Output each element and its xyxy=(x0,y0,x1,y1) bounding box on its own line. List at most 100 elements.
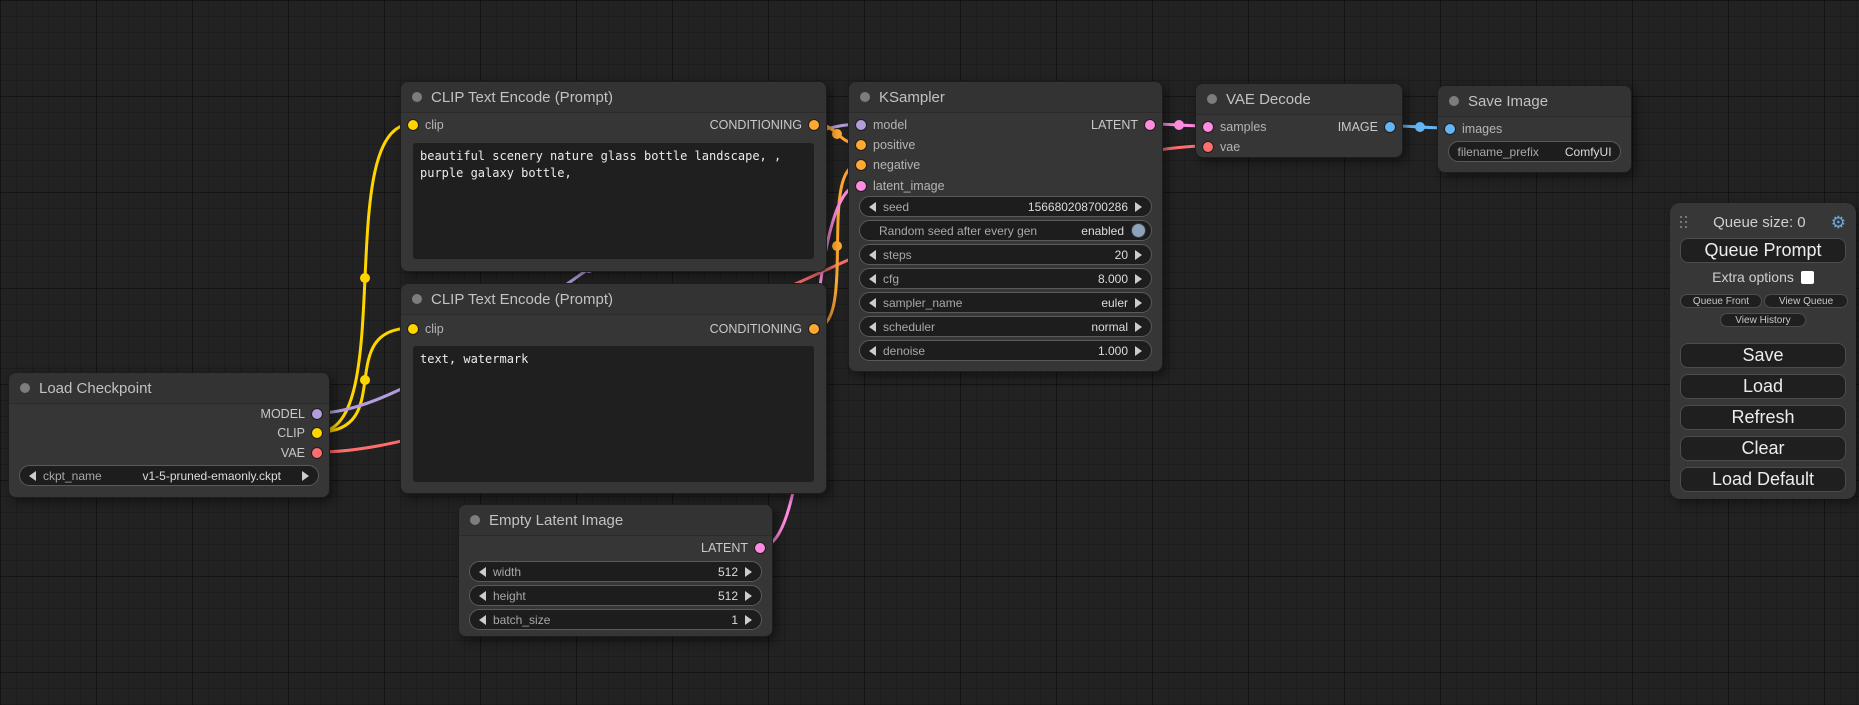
port-dot[interactable] xyxy=(1203,122,1213,132)
port-label: latent_image xyxy=(873,179,945,193)
collapse-dot-icon[interactable] xyxy=(1207,94,1217,104)
port-dot[interactable] xyxy=(1445,124,1455,134)
port-dot[interactable] xyxy=(1385,122,1395,132)
drag-handle-icon[interactable] xyxy=(1680,216,1688,229)
widget-value: normal xyxy=(1091,320,1128,334)
node-load-checkpoint[interactable]: Load Checkpoint MODEL CLIP VAE ckpt_name… xyxy=(8,372,330,498)
node-title: Load Checkpoint xyxy=(39,380,152,397)
increment-arrow-icon[interactable] xyxy=(745,615,752,625)
decrement-arrow-icon[interactable] xyxy=(869,274,876,284)
save-button[interactable]: Save xyxy=(1680,343,1846,368)
load-default-button[interactable]: Load Default xyxy=(1680,467,1846,492)
port-dot[interactable] xyxy=(312,448,322,458)
node-header[interactable]: CLIP Text Encode (Prompt) xyxy=(401,284,826,315)
input-port-negative: negative xyxy=(856,156,920,174)
collapse-dot-icon[interactable] xyxy=(412,294,422,304)
port-dot[interactable] xyxy=(312,409,322,419)
increment-arrow-icon[interactable] xyxy=(745,567,752,577)
decrement-arrow-icon[interactable] xyxy=(869,202,876,212)
output-port-conditioning: CONDITIONING xyxy=(710,320,819,338)
toggle-knob-icon[interactable] xyxy=(1131,223,1146,238)
widget-scheduler[interactable]: scheduler normal xyxy=(859,316,1152,337)
node-clip-text-encode-negative[interactable]: CLIP Text Encode (Prompt) clip CONDITION… xyxy=(400,283,827,494)
comfyui-canvas[interactable]: { "app_title": "ComfyUI workflow graph",… xyxy=(0,0,1859,705)
port-dot[interactable] xyxy=(312,428,322,438)
node-header[interactable]: Save Image xyxy=(1438,86,1631,117)
port-dot[interactable] xyxy=(408,324,418,334)
prompt-textarea[interactable]: beautiful scenery nature glass bottle la… xyxy=(413,143,814,259)
decrement-arrow-icon[interactable] xyxy=(869,346,876,356)
increment-arrow-icon[interactable] xyxy=(1135,322,1142,332)
refresh-button[interactable]: Refresh xyxy=(1680,405,1846,430)
widget-ckpt-name[interactable]: ckpt_name v1-5-pruned-emaonly.ckpt xyxy=(19,465,319,486)
port-dot[interactable] xyxy=(1203,142,1213,152)
node-header[interactable]: KSampler xyxy=(849,82,1162,113)
increment-arrow-icon[interactable] xyxy=(302,471,309,481)
increment-arrow-icon[interactable] xyxy=(1135,202,1142,212)
decrement-arrow-icon[interactable] xyxy=(29,471,36,481)
node-clip-text-encode-positive[interactable]: CLIP Text Encode (Prompt) clip CONDITION… xyxy=(400,81,827,272)
port-dot[interactable] xyxy=(1145,120,1155,130)
node-ksampler[interactable]: KSampler model positive negative latent_… xyxy=(848,81,1163,372)
decrement-arrow-icon[interactable] xyxy=(479,615,486,625)
increment-arrow-icon[interactable] xyxy=(1135,346,1142,356)
decrement-arrow-icon[interactable] xyxy=(869,298,876,308)
increment-arrow-icon[interactable] xyxy=(1135,298,1142,308)
prompt-textarea[interactable]: text, watermark xyxy=(413,346,814,482)
port-dot[interactable] xyxy=(856,120,866,130)
load-button[interactable]: Load xyxy=(1680,374,1846,399)
extra-options-checkbox[interactable] xyxy=(1801,271,1814,284)
port-label: clip xyxy=(425,118,444,132)
collapse-dot-icon[interactable] xyxy=(412,92,422,102)
increment-arrow-icon[interactable] xyxy=(1135,274,1142,284)
port-dot[interactable] xyxy=(809,324,819,334)
node-save-image[interactable]: Save Image images filename_prefix ComfyU… xyxy=(1437,85,1632,173)
collapse-dot-icon[interactable] xyxy=(1449,96,1459,106)
view-history-button[interactable]: View History xyxy=(1720,313,1806,327)
widget-batch-size[interactable]: batch_size 1 xyxy=(469,609,762,630)
queue-front-button[interactable]: Queue Front xyxy=(1680,294,1762,308)
port-dot[interactable] xyxy=(856,160,866,170)
widget-steps[interactable]: steps 20 xyxy=(859,244,1152,265)
port-label: LATENT xyxy=(1091,118,1138,132)
node-title: KSampler xyxy=(879,89,945,106)
collapse-dot-icon[interactable] xyxy=(20,383,30,393)
view-queue-button[interactable]: View Queue xyxy=(1764,294,1848,308)
decrement-arrow-icon[interactable] xyxy=(479,567,486,577)
output-port-latent: LATENT xyxy=(701,539,765,557)
collapse-dot-icon[interactable] xyxy=(860,92,870,102)
widget-cfg[interactable]: cfg 8.000 xyxy=(859,268,1152,289)
port-label: IMAGE xyxy=(1338,120,1378,134)
node-empty-latent-image[interactable]: Empty Latent Image LATENT width 512 heig… xyxy=(458,504,773,637)
extra-options-row: Extra options xyxy=(1670,269,1856,285)
decrement-arrow-icon[interactable] xyxy=(869,322,876,332)
widget-seed[interactable]: seed 156680208700286 xyxy=(859,196,1152,217)
widget-label: steps xyxy=(883,248,912,262)
collapse-dot-icon[interactable] xyxy=(470,515,480,525)
widget-height[interactable]: height 512 xyxy=(469,585,762,606)
widget-filename-prefix[interactable]: filename_prefix ComfyUI xyxy=(1448,141,1621,162)
port-dot[interactable] xyxy=(408,120,418,130)
widget-value: 8.000 xyxy=(1098,272,1128,286)
decrement-arrow-icon[interactable] xyxy=(479,591,486,601)
widget-denoise[interactable]: denoise 1.000 xyxy=(859,340,1152,361)
settings-gear-icon[interactable]: ⚙ xyxy=(1831,214,1846,231)
node-header[interactable]: Load Checkpoint xyxy=(9,373,329,404)
port-dot[interactable] xyxy=(755,543,765,553)
node-header[interactable]: Empty Latent Image xyxy=(459,505,772,536)
node-header[interactable]: VAE Decode xyxy=(1196,84,1402,115)
clear-button[interactable]: Clear xyxy=(1680,436,1846,461)
increment-arrow-icon[interactable] xyxy=(1135,250,1142,260)
widget-width[interactable]: width 512 xyxy=(469,561,762,582)
widget-sampler-name[interactable]: sampler_name euler xyxy=(859,292,1152,313)
input-port-latent-image: latent_image xyxy=(856,177,945,195)
port-dot[interactable] xyxy=(856,181,866,191)
queue-prompt-button[interactable]: Queue Prompt xyxy=(1680,238,1846,263)
decrement-arrow-icon[interactable] xyxy=(869,250,876,260)
node-header[interactable]: CLIP Text Encode (Prompt) xyxy=(401,82,826,113)
increment-arrow-icon[interactable] xyxy=(745,591,752,601)
node-vae-decode[interactable]: VAE Decode samples vae IMAGE xyxy=(1195,83,1403,158)
widget-random-seed-toggle[interactable]: Random seed after every gen enabled xyxy=(859,220,1152,241)
port-dot[interactable] xyxy=(809,120,819,130)
port-dot[interactable] xyxy=(856,140,866,150)
